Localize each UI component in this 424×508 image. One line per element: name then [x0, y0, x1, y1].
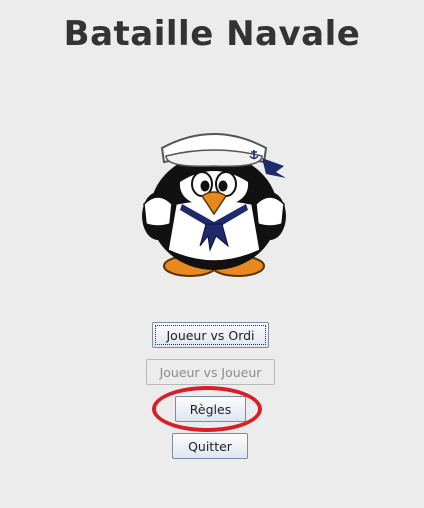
sailor-penguin-image: [142, 133, 286, 277]
joueur-vs-ordi-button[interactable]: Joueur vs Ordi: [152, 322, 269, 348]
hat-ribbon: [262, 158, 286, 178]
joueur-vs-joueur-button[interactable]: Joueur vs Joueur: [146, 359, 275, 385]
quitter-button[interactable]: Quitter: [172, 433, 248, 459]
page-title: Bataille Navale: [63, 14, 361, 54]
regles-button[interactable]: Règles: [175, 396, 246, 422]
